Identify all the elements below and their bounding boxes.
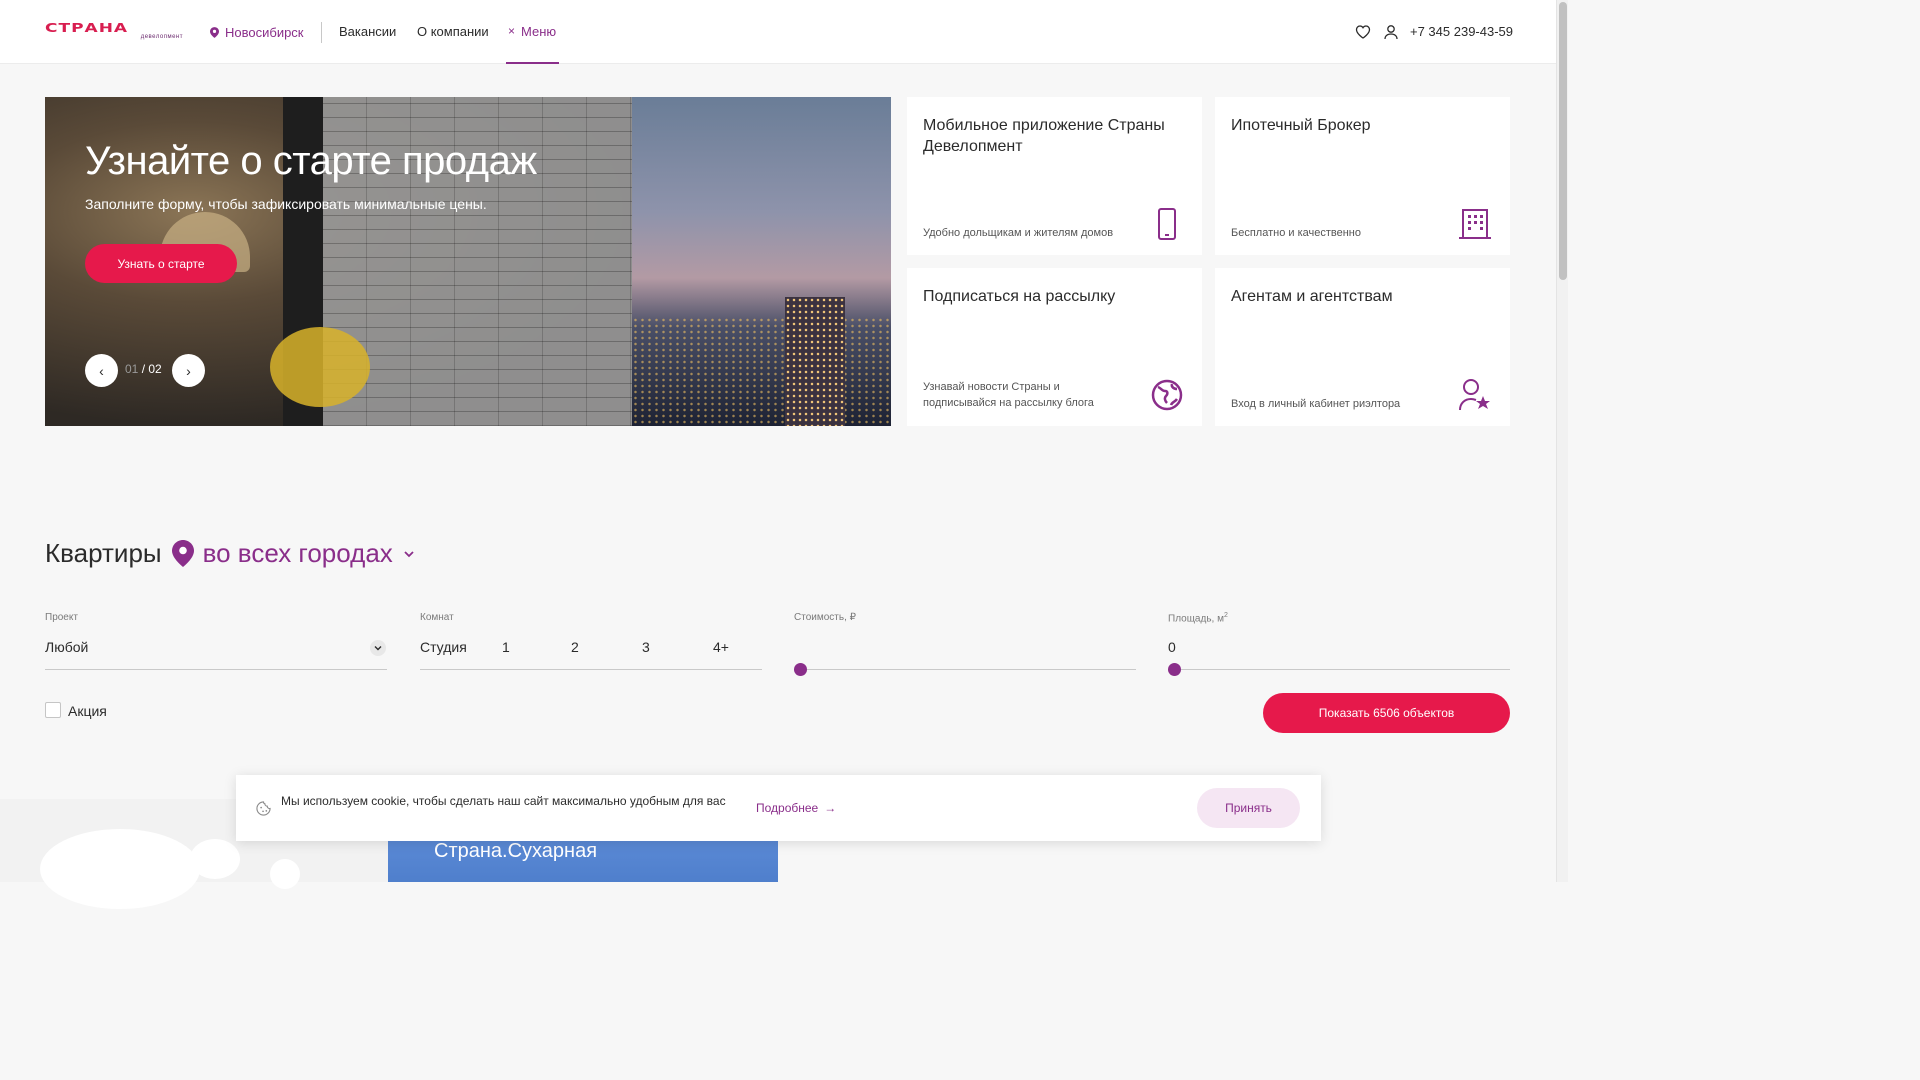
hero-city-lights [632, 317, 891, 426]
location-pin-icon [210, 26, 219, 38]
arrow-right-icon: → [824, 801, 837, 815]
user-icon[interactable] [1383, 24, 1399, 40]
hero-subtitle: Заполните форму, чтобы зафиксировать мин… [85, 196, 487, 212]
city-selector[interactable]: Новосибирск [210, 22, 304, 42]
rooms-option-studio[interactable]: Студия [420, 639, 467, 655]
card-title: Ипотечный Брокер [1231, 117, 1371, 134]
building-icon [1459, 209, 1491, 239]
slider-next-button[interactable]: › [172, 354, 205, 387]
price-slider-handle[interactable] [794, 663, 807, 676]
phone-icon [1158, 208, 1176, 240]
hero-title: Узнайте о старте продаж [85, 139, 537, 183]
show-objects-button[interactable]: Показать 6506 объектов [1263, 693, 1510, 733]
slide-counter: 01 / 02 [125, 362, 162, 376]
slide-separator: / [138, 362, 149, 376]
close-icon: × [508, 24, 516, 38]
card-agents[interactable]: Агентам и агентствам Вход в личный кабин… [1215, 268, 1510, 426]
project-select[interactable]: Любой [45, 639, 88, 655]
price-slider-track[interactable] [794, 669, 1136, 670]
slide-total: 02 [148, 362, 162, 376]
project-label: Проект [45, 612, 78, 623]
area-label: Площадь, м2 [1168, 612, 1228, 624]
rooms-option-1[interactable]: 1 [502, 639, 510, 655]
location-pin-icon [171, 540, 194, 567]
site-header: СТРАНА девелопмент Новосибирск Вакансии … [0, 0, 1556, 64]
project-card-sukharnaya[interactable]: Страна.Сухарная [388, 838, 778, 882]
hero-cta-button[interactable]: Узнать о старте [85, 244, 237, 283]
logo[interactable]: СТРАНА девелопмент [45, 22, 185, 44]
slider-prev-button[interactable]: ‹ [85, 354, 118, 387]
rooms-underline [420, 669, 762, 670]
scrollbar-thumb[interactable] [1559, 2, 1567, 280]
card-description: Удобно дольщикам и жителям домов [923, 227, 1114, 239]
card-title: Мобильное приложение Страны Девелопмент [923, 117, 1165, 155]
area-slider-track[interactable] [1168, 669, 1510, 670]
apartments-heading: Квартиры во всех городах [45, 538, 415, 569]
header-divider [321, 22, 322, 43]
chevron-down-icon[interactable] [403, 548, 415, 560]
menu-label: Меню [521, 23, 557, 39]
card-title: Агентам и агентствам [1231, 288, 1393, 305]
area-slider-handle[interactable] [1168, 663, 1181, 676]
cookie-text: Мы используем cookie, чтобы сделать наш … [281, 794, 726, 808]
city-dropdown[interactable]: во всех городах [203, 538, 393, 569]
card-description: Узнавай новости Страны и подписывайся на… [923, 381, 1094, 409]
cookie-icon [256, 801, 271, 816]
card-description: Вход в личный кабинет риэлтора [1231, 398, 1401, 410]
page-scrollbar[interactable] [1556, 0, 1568, 882]
hero-slider: Узнайте о старте продаж Заполните форму,… [45, 97, 891, 426]
rooms-label: Комнат [420, 612, 454, 623]
cookie-banner: Мы используем cookie, чтобы сделать наш … [236, 775, 1321, 841]
project-select-toggle[interactable] [370, 640, 386, 656]
price-label: Стоимость, ₽ [794, 612, 856, 623]
card-mobile-app[interactable]: Мобильное приложение Страны Девелопмент … [907, 97, 1202, 255]
map-shape [190, 839, 240, 879]
card-description: Бесплатно и качественно [1231, 227, 1361, 239]
favorites-heart-icon[interactable] [1355, 24, 1371, 40]
area-value: 0 [1168, 639, 1176, 655]
chevron-right-icon: › [186, 362, 191, 379]
map-shape [270, 859, 300, 889]
card-subscribe[interactable]: Подписаться на рассылку Узнавай новости … [907, 268, 1202, 426]
nav-about[interactable]: О компании [417, 24, 489, 39]
globe-icon [1151, 379, 1183, 411]
slide-current: 01 [125, 362, 139, 376]
menu-toggle[interactable]: × Меню [506, 0, 559, 64]
map-shape [40, 829, 200, 909]
nav-vacancies[interactable]: Вакансии [339, 24, 396, 39]
area-label-sup: 2 [1223, 612, 1228, 619]
city-name: Новосибирск [225, 24, 304, 40]
apartments-title: Квартиры [45, 538, 162, 568]
agent-star-icon [1459, 379, 1490, 411]
project-card-title: Страна.Сухарная [434, 840, 598, 862]
hero-tower [785, 297, 845, 426]
card-mortgage-broker[interactable]: Ипотечный Брокер Бесплатно и качественно [1215, 97, 1510, 255]
project-underline [45, 669, 387, 670]
area-label-text: Площадь, м [1168, 613, 1224, 625]
chevron-down-icon [374, 646, 382, 651]
promo-checkbox[interactable] [45, 702, 61, 718]
cookie-accept-button[interactable]: Принять [1197, 788, 1300, 828]
logo-wordmark: СТРАНА [45, 20, 129, 36]
rooms-option-4plus[interactable]: 4+ [713, 639, 729, 655]
cookie-more-link[interactable]: Подробнее → [756, 801, 836, 815]
phone-number[interactable]: +7 345 239-43-59 [1410, 24, 1513, 39]
logo-subtitle: девелопмент [140, 34, 183, 40]
rooms-option-2[interactable]: 2 [571, 639, 579, 655]
promo-checkbox-label[interactable]: Акция [68, 703, 107, 719]
cookie-more-label: Подробнее [756, 801, 819, 815]
card-title: Подписаться на рассылку [923, 288, 1116, 305]
hero-chair-decor [270, 327, 370, 407]
chevron-left-icon: ‹ [99, 362, 104, 379]
rooms-option-3[interactable]: 3 [642, 639, 650, 655]
